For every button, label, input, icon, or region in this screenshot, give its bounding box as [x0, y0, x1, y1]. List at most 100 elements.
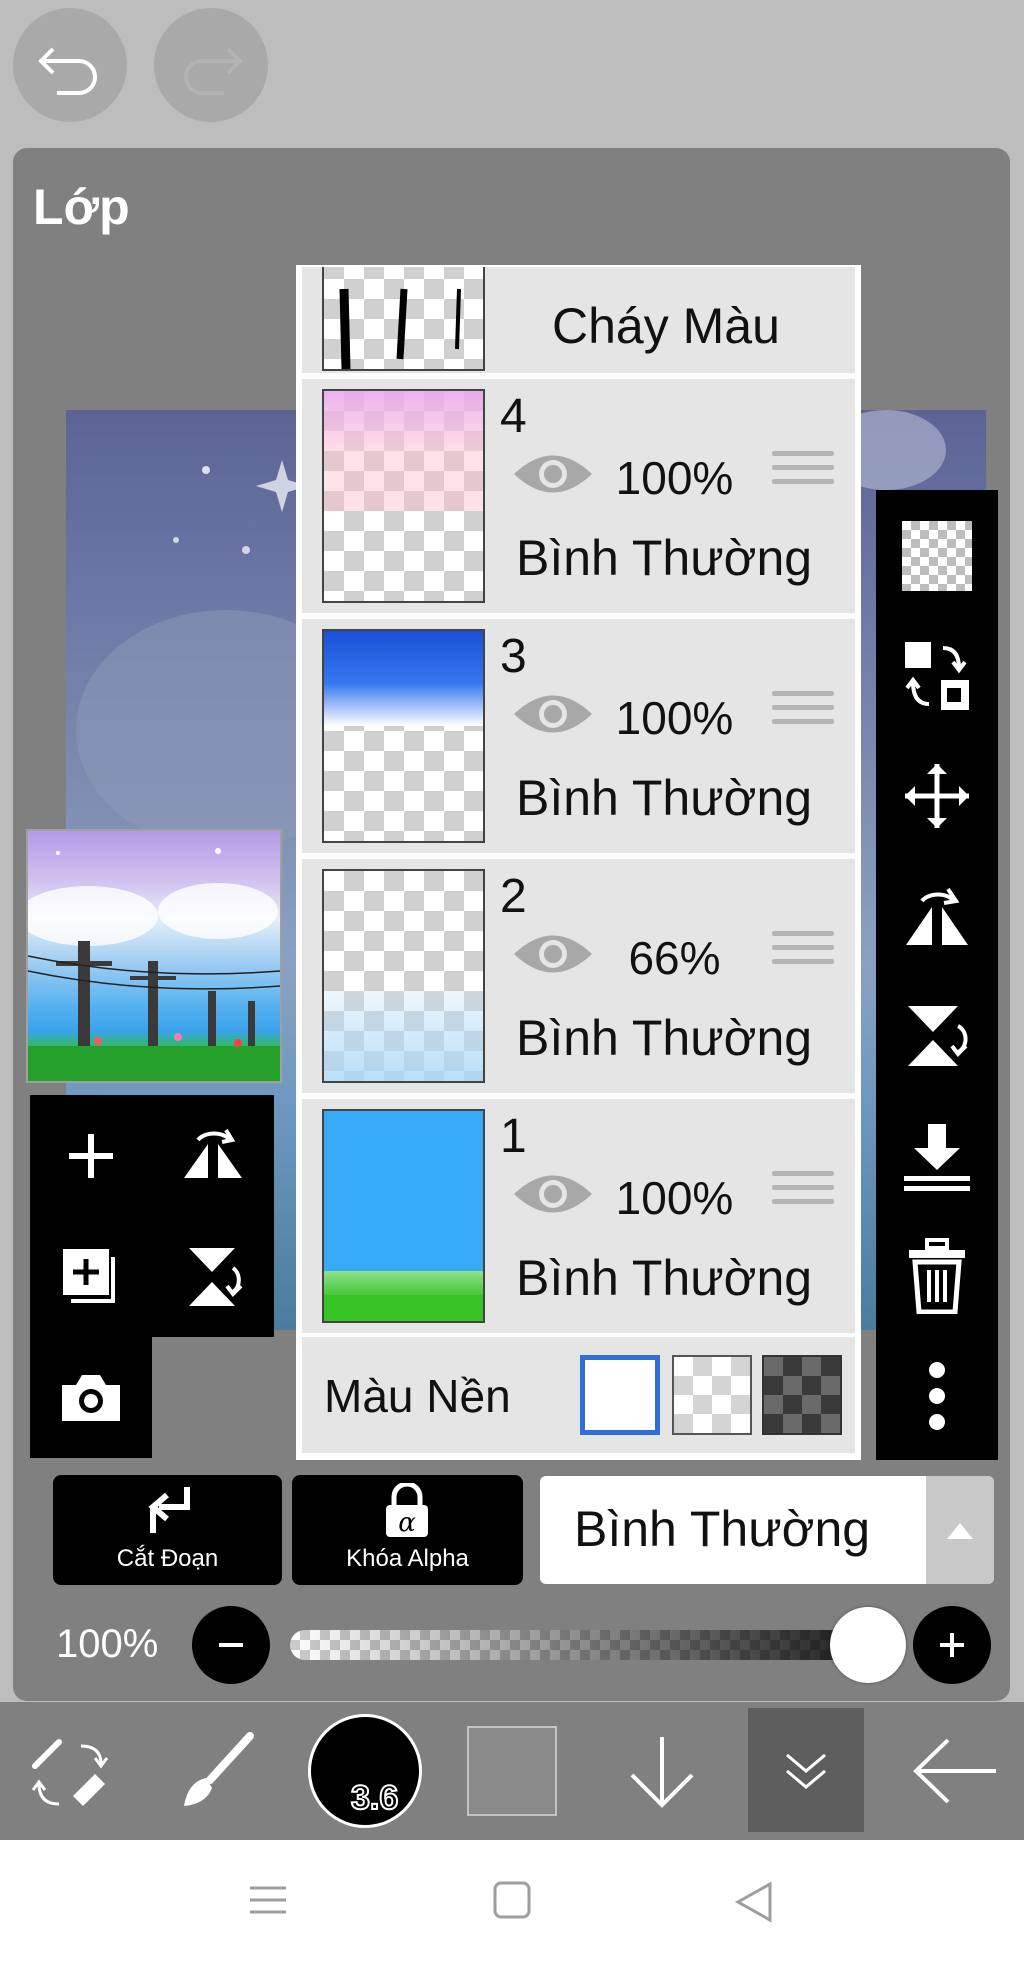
layer-opacity: 100% — [615, 452, 734, 504]
undo-button[interactable] — [13, 8, 127, 122]
color-picker-button[interactable] — [462, 1702, 562, 1840]
layer-list[interactable]: Cháy Màu 4 100% Bình Thường 3 100% Bình … — [296, 265, 861, 1460]
layer-blend-mode: Bình Thường — [516, 1010, 813, 1066]
back-button[interactable] — [900, 1702, 1010, 1840]
visibility-eye-icon[interactable] — [512, 449, 594, 499]
flip-layer-horizontal-button[interactable] — [896, 875, 978, 957]
merge-down-button[interactable] — [896, 1115, 978, 1197]
flip-vertical-button[interactable] — [152, 1216, 274, 1337]
brush-eraser-swap-icon — [31, 1739, 109, 1806]
home-button[interactable] — [492, 1880, 532, 1925]
layer-row-1[interactable]: 1 100% Bình Thường — [302, 1099, 855, 1333]
undo-icon — [38, 47, 97, 95]
camera-icon — [62, 1374, 120, 1421]
flip-horizontal-button[interactable] — [152, 1095, 274, 1216]
flip-horizontal-icon — [184, 1128, 242, 1178]
layer-blend-mode: Bình Thường — [516, 770, 813, 826]
layer-row[interactable]: Cháy Màu — [302, 267, 855, 373]
merge-down-icon — [904, 1124, 970, 1191]
opacity-increase-button[interactable] — [913, 1606, 991, 1684]
more-options-button[interactable] — [896, 1355, 978, 1437]
layer-row-4[interactable]: 4 100% Bình Thường — [302, 379, 855, 613]
alpha-lock-button[interactable]: α Khóa Alpha — [292, 1475, 523, 1585]
background-white-swatch[interactable] — [580, 1355, 660, 1435]
minus-icon — [219, 1643, 243, 1647]
system-back-button[interactable] — [734, 1880, 774, 1929]
flip-vertical-icon — [189, 1247, 243, 1306]
layer-drag-handle[interactable] — [772, 691, 834, 743]
opacity-slider-handle[interactable] — [830, 1607, 906, 1683]
recent-apps-button[interactable] — [248, 1880, 288, 1925]
layer-number: 3 — [500, 630, 527, 683]
camera-button[interactable] — [30, 1337, 152, 1458]
flip-horizontal-icon — [906, 887, 968, 945]
layer-drag-handle[interactable] — [772, 1171, 834, 1223]
canvas-thumbnail[interactable] — [26, 829, 282, 1083]
svg-text:α: α — [398, 1508, 416, 1538]
clipping-button[interactable]: Cắt Đoạn — [53, 1475, 282, 1585]
add-layer-button[interactable] — [30, 1095, 152, 1216]
layer-thumbnail — [322, 1109, 485, 1323]
trash-icon — [909, 1238, 965, 1314]
home-square-icon — [493, 1881, 531, 1919]
flip-layer-vertical-button[interactable] — [896, 995, 978, 1077]
transparent-fill-button[interactable] — [896, 515, 978, 597]
duplicate-layer-button[interactable] — [30, 1216, 152, 1337]
layer-blend-mode: Bình Thường — [516, 530, 813, 586]
brush-size-indicator: 3.6 — [308, 1714, 422, 1828]
layer-blend-mode: Cháy Màu — [552, 298, 780, 354]
visibility-eye-icon[interactable] — [512, 929, 594, 979]
brush-eraser-toggle-button[interactable] — [20, 1702, 120, 1840]
blend-mode-select[interactable]: Bình Thường — [540, 1476, 994, 1584]
layer-drag-handle[interactable] — [772, 931, 834, 983]
layer-thumbnail — [322, 267, 485, 371]
move-button[interactable] — [896, 755, 978, 837]
layer-number: 2 — [500, 870, 527, 923]
swap-icon — [905, 642, 969, 710]
background-label: Màu Nền — [324, 1370, 511, 1422]
layer-opacity: 100% — [615, 692, 734, 744]
layer-opacity: 66% — [628, 932, 721, 984]
layer-drag-handle[interactable] — [772, 267, 834, 281]
background-transparent-swatch[interactable] — [672, 1355, 752, 1435]
arrow-left-icon — [913, 1738, 996, 1804]
blend-mode-dropdown-button[interactable] — [926, 1476, 994, 1584]
more-vertical-icon — [929, 1362, 945, 1430]
move-icon — [905, 764, 969, 828]
layer-number: 4 — [500, 390, 527, 443]
copy-layer-icon — [63, 1248, 115, 1303]
clipping-label: Cắt Đoạn — [116, 1545, 219, 1572]
brush-icon — [184, 1732, 254, 1806]
back-triangle-icon — [734, 1881, 772, 1923]
arrow-down-icon — [630, 1737, 694, 1808]
system-navigation-bar — [0, 1840, 1024, 1982]
menu-lines-icon — [250, 1886, 286, 1914]
current-color-swatch — [467, 1726, 557, 1816]
delete-layer-button[interactable] — [896, 1235, 978, 1317]
brush-size-button[interactable]: 3.6 — [305, 1702, 425, 1840]
brush-tool-button[interactable] — [160, 1702, 270, 1840]
checker-icon — [902, 521, 972, 591]
plus-icon — [940, 1633, 964, 1657]
redo-icon — [184, 47, 243, 95]
clipping-arrow-icon — [148, 1487, 190, 1533]
background-dark-swatch[interactable] — [762, 1355, 842, 1435]
layer-row-2[interactable]: 2 66% Bình Thường — [302, 859, 855, 1093]
visibility-eye-icon[interactable] — [512, 689, 594, 739]
blend-mode-value: Bình Thường — [574, 1501, 871, 1557]
layer-thumbnail — [322, 869, 485, 1083]
redo-button[interactable] — [154, 8, 268, 122]
opacity-decrease-button[interactable] — [192, 1606, 270, 1684]
bottom-toolbar: 3.6 — [0, 1702, 1024, 1840]
right-toolbar — [876, 490, 998, 1460]
layer-opacity: 100% — [615, 1172, 734, 1224]
layer-drag-handle[interactable] — [772, 451, 834, 503]
scroll-down-button[interactable] — [612, 1702, 712, 1840]
layer-row-3[interactable]: 3 100% Bình Thường — [302, 619, 855, 853]
layer-tool-pad — [30, 1095, 274, 1458]
swap-layer-button[interactable] — [896, 635, 978, 717]
visibility-eye-icon[interactable] — [512, 1169, 594, 1219]
plus-icon — [69, 1133, 113, 1178]
opacity-slider-track[interactable] — [290, 1630, 880, 1660]
collapse-panel-button[interactable] — [748, 1708, 864, 1832]
